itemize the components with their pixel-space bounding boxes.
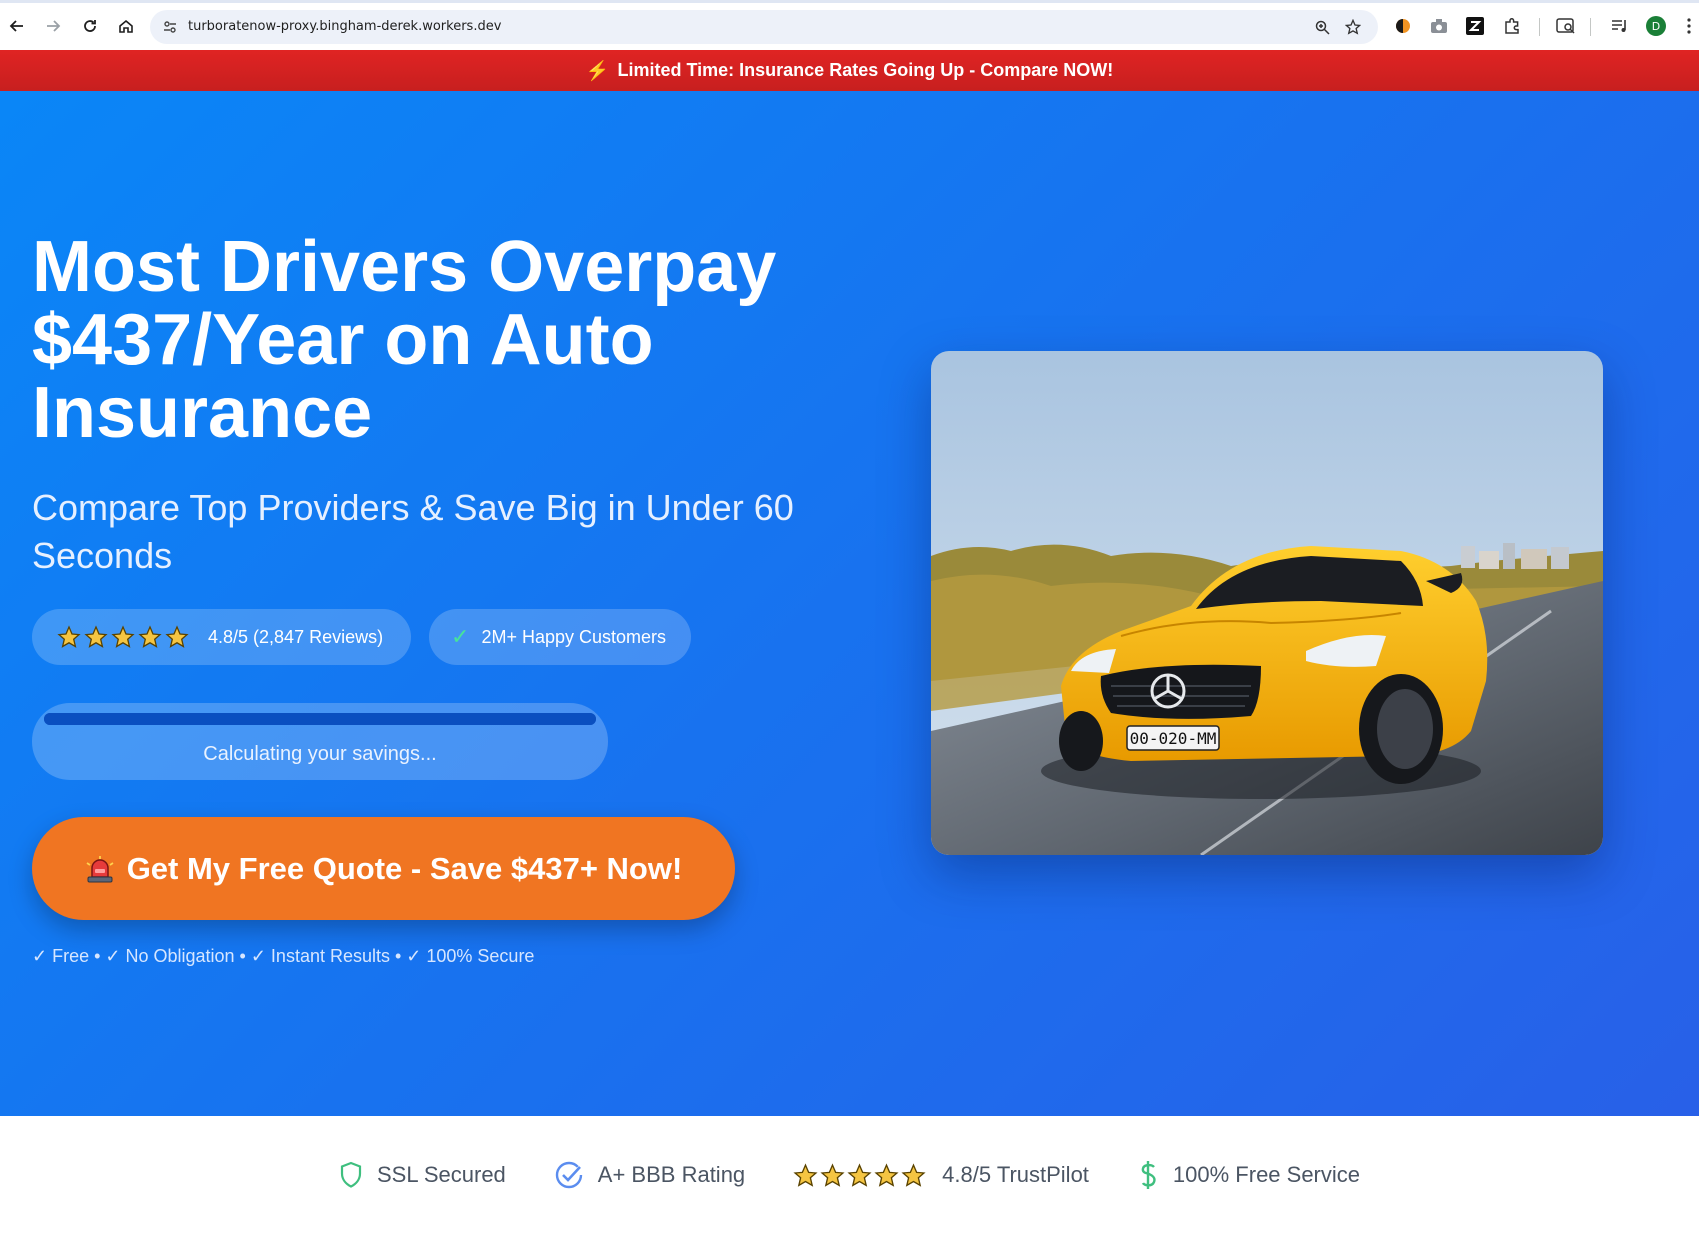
toolbar-divider bbox=[1539, 18, 1540, 36]
address-bar[interactable]: turboratenow-proxy.bingham-derek.workers… bbox=[150, 10, 1378, 44]
trust-item-bbb: A+ BBB Rating bbox=[554, 1160, 745, 1190]
url-text[interactable]: turboratenow-proxy.bingham-derek.workers… bbox=[188, 19, 501, 34]
trust-item-ssl: SSL Secured bbox=[339, 1161, 506, 1189]
stars-icon bbox=[793, 1162, 928, 1188]
reload-icon[interactable] bbox=[78, 14, 102, 38]
savings-progress: Calculating your savings... bbox=[32, 703, 608, 780]
trust-label: 100% Free Service bbox=[1172, 1162, 1361, 1187]
puzzle-icon[interactable] bbox=[1501, 15, 1523, 37]
trust-bar: SSL Secured A+ BBB Rating 4.8/5 TrustPil… bbox=[0, 1116, 1699, 1240]
promo-text: Limited Time: Insurance Rates Going Up -… bbox=[617, 60, 1114, 80]
trust-label: SSL Secured bbox=[376, 1162, 506, 1187]
trust-item-free: 100% Free Service bbox=[1137, 1159, 1360, 1191]
profile-initial: D bbox=[1646, 16, 1666, 36]
extension-icon[interactable] bbox=[1392, 15, 1414, 37]
get-quote-button[interactable]: Get My Free Quote - Save $437+ Now! bbox=[32, 817, 735, 920]
hero-subtitle: Compare Top Providers & Save Big in Unde… bbox=[32, 487, 794, 576]
page-title: Most Drivers Overpay $437/Year on Auto I… bbox=[32, 227, 777, 453]
browser-toolbar: turboratenow-proxy.bingham-derek.workers… bbox=[0, 0, 1699, 50]
check-badge-icon bbox=[554, 1160, 584, 1190]
star-icon bbox=[874, 1162, 899, 1187]
profile-avatar[interactable]: D bbox=[1645, 15, 1667, 37]
star-icon bbox=[901, 1162, 926, 1187]
star-icon bbox=[138, 625, 162, 648]
star-icon bbox=[820, 1162, 845, 1187]
rating-stars bbox=[57, 625, 192, 649]
lightning-icon: ⚡ bbox=[585, 60, 610, 82]
star-icon bbox=[57, 625, 81, 648]
star-icon bbox=[111, 625, 135, 648]
star-icon bbox=[165, 625, 189, 648]
zoom-icon[interactable] bbox=[1312, 17, 1332, 37]
zotero-icon[interactable] bbox=[1464, 15, 1486, 37]
license-plate: 00-020-MM bbox=[1130, 729, 1217, 748]
progress-label: Calculating your savings... bbox=[203, 743, 437, 765]
forward-icon[interactable] bbox=[41, 14, 65, 38]
check-icon: ✓ bbox=[451, 624, 470, 649]
yellow-sports-car-image: 00-020-MM bbox=[931, 351, 1603, 855]
customers-text: 2M+ Happy Customers bbox=[481, 626, 667, 647]
back-icon[interactable] bbox=[5, 14, 29, 38]
tab-search-icon[interactable] bbox=[1555, 15, 1577, 37]
rating-text: 4.8/5 (2,847 Reviews) bbox=[208, 626, 384, 647]
promo-banner: ⚡ Limited Time: Insurance Rates Going Up… bbox=[0, 50, 1699, 91]
star-icon bbox=[793, 1162, 818, 1187]
menu-kebab-icon[interactable] bbox=[1682, 15, 1696, 37]
home-icon[interactable] bbox=[114, 14, 138, 38]
toolbar-divider bbox=[1590, 18, 1591, 36]
bookmark-star-icon[interactable] bbox=[1343, 17, 1363, 37]
media-icon[interactable] bbox=[1609, 15, 1631, 37]
site-info-icon[interactable] bbox=[160, 17, 180, 37]
dollar-icon bbox=[1137, 1159, 1159, 1191]
cta-label: Get My Free Quote - Save $437+ Now! bbox=[126, 850, 683, 886]
siren-icon bbox=[85, 855, 115, 883]
trust-label: A+ BBB Rating bbox=[597, 1162, 746, 1187]
trust-item-trustpilot: 4.8/5 TrustPilot bbox=[793, 1162, 1089, 1188]
hero-section: Most Drivers Overpay $437/Year on Auto I… bbox=[0, 91, 1699, 1116]
camera-icon[interactable] bbox=[1428, 15, 1450, 37]
progress-track bbox=[44, 713, 596, 725]
customers-badge: ✓ 2M+ Happy Customers bbox=[429, 609, 691, 665]
star-icon bbox=[847, 1162, 872, 1187]
trust-label: 4.8/5 TrustPilot bbox=[942, 1162, 1089, 1187]
shield-icon bbox=[339, 1161, 363, 1189]
progress-fill bbox=[44, 713, 596, 725]
benefits-list: ✓ Free • ✓ No Obligation • ✓ Instant Res… bbox=[32, 946, 535, 966]
star-icon bbox=[84, 625, 108, 648]
car-photo: 00-020-MM bbox=[931, 351, 1603, 855]
rating-badge: 4.8/5 (2,847 Reviews) bbox=[32, 609, 411, 665]
